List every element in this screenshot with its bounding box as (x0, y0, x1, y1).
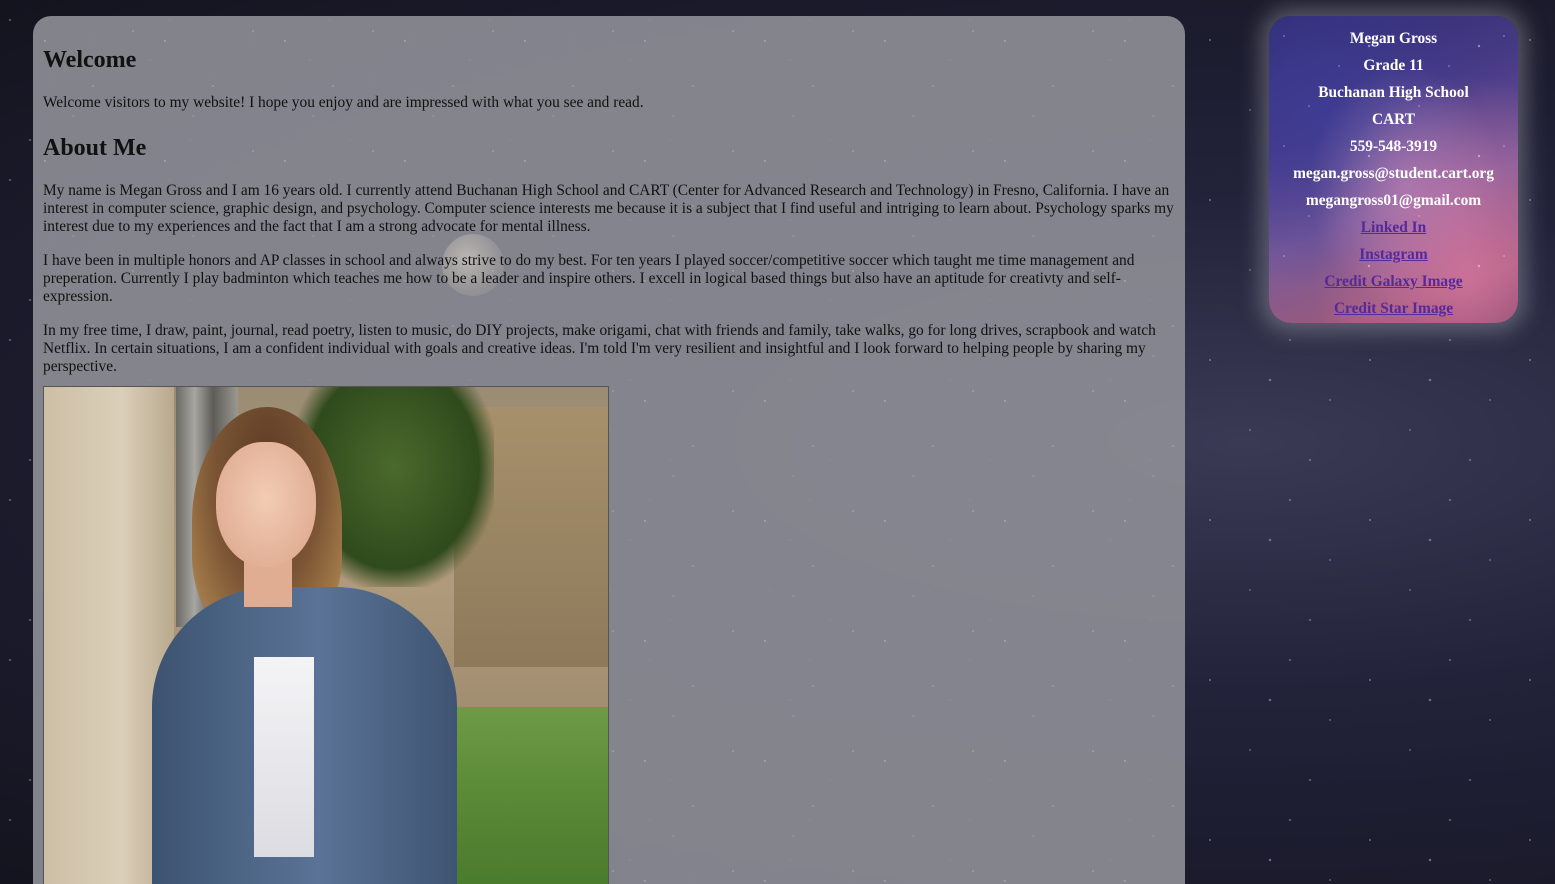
main-content-panel: Welcome Welcome visitors to my website! … (33, 16, 1185, 884)
sidebar-school-email: megan.gross@student.cart.org (1293, 165, 1494, 182)
welcome-text: Welcome visitors to my website! I hope y… (43, 94, 644, 111)
about-paragraph-1: My name is Megan Gross and I am 16 years… (43, 182, 1174, 235)
contact-sidebar: Megan Gross Grade 11 Buchanan High Schoo… (1269, 16, 1518, 323)
linkedin-link[interactable]: Linked In (1269, 214, 1518, 241)
credit-galaxy-image-link[interactable]: Credit Galaxy Image (1269, 268, 1518, 295)
sidebar-name: Megan Gross (1349, 30, 1438, 47)
profile-photo (43, 386, 609, 884)
sidebar-phone: 559-548-3919 (1349, 138, 1438, 155)
about-paragraph-3: In my free time, I draw, paint, journal,… (43, 322, 1156, 375)
sidebar-school: Buchanan High School (1318, 84, 1469, 101)
photo-person-shirt (254, 657, 314, 857)
credit-star-image-link[interactable]: Credit Star Image (1269, 295, 1518, 322)
instagram-link[interactable]: Instagram (1269, 241, 1518, 268)
about-heading: About Me (43, 135, 147, 161)
sidebar-program: CART (1371, 111, 1416, 128)
sidebar-grade: Grade 11 (1363, 57, 1424, 74)
sidebar-personal-email: megangross01@gmail.com (1305, 192, 1482, 209)
about-paragraph-2: I have been in multiple honors and AP cl… (43, 252, 1135, 305)
welcome-heading: Welcome (43, 47, 137, 73)
photo-person-face (216, 442, 316, 567)
